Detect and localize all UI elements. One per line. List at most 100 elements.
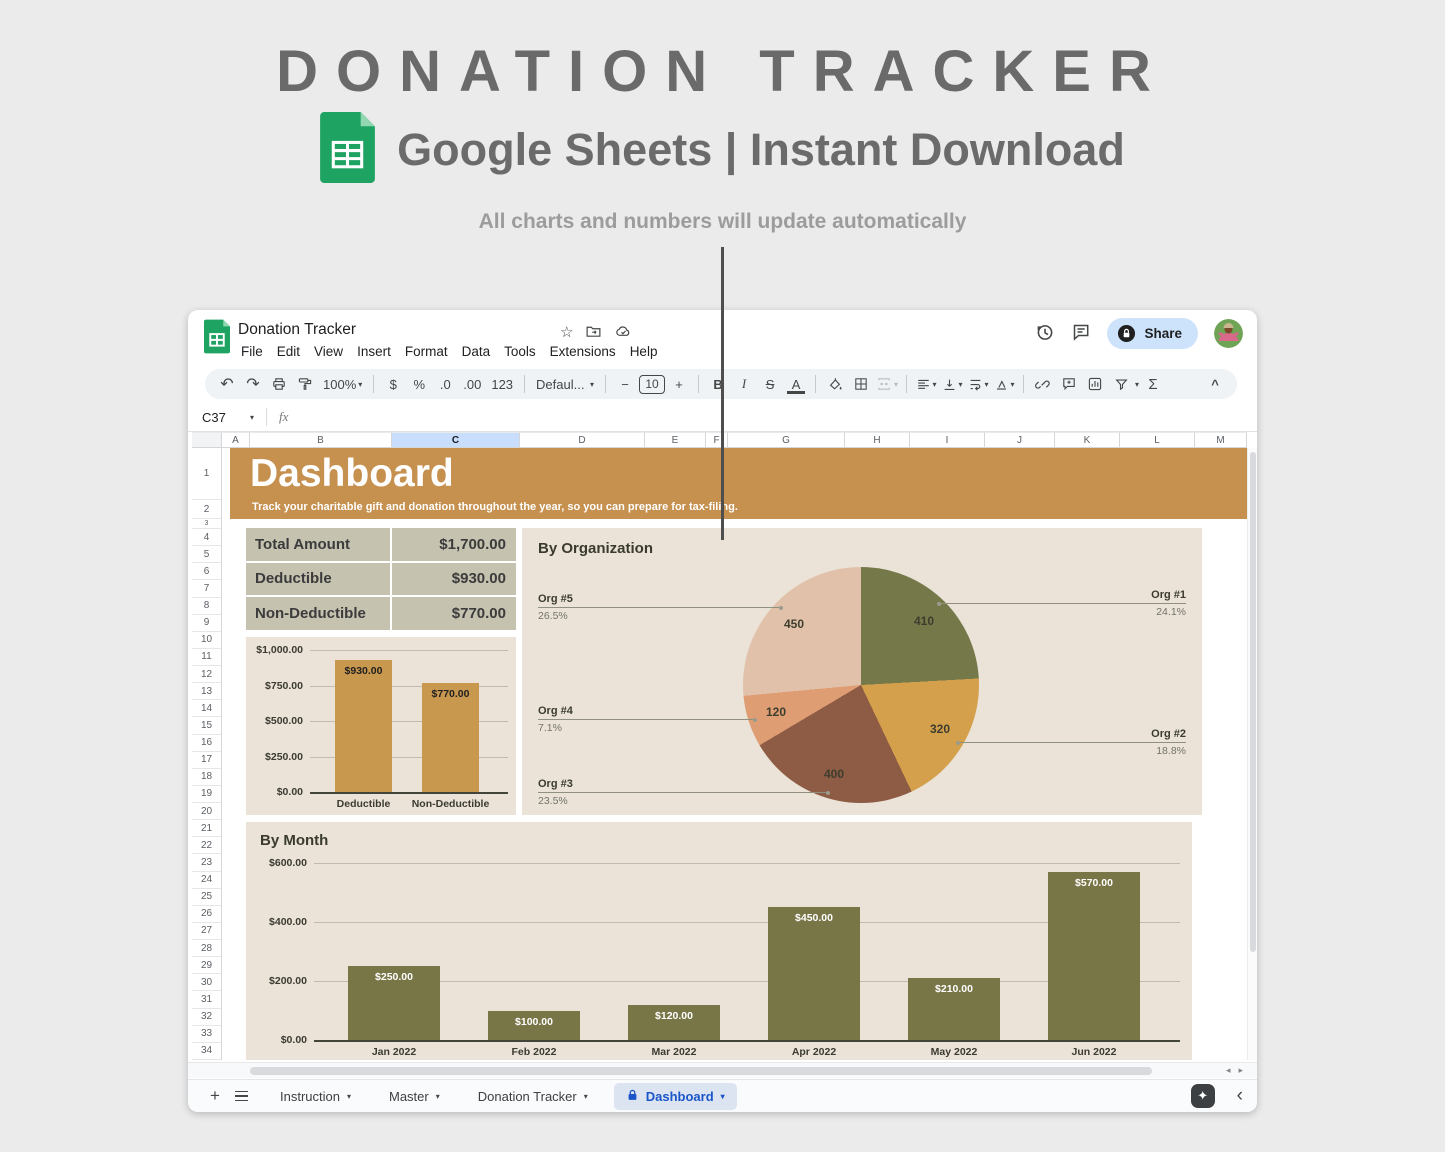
horizontal-scrollbar-thumb[interactable] [250, 1067, 1152, 1075]
bar-Jun 2022[interactable] [1048, 872, 1140, 1040]
borders-icon[interactable] [849, 372, 873, 396]
insert-comment-icon[interactable] [1057, 372, 1081, 396]
row-header-17[interactable]: 17 [192, 752, 222, 769]
merge-cells-icon[interactable]: ▾ [875, 372, 899, 396]
increase-decimal-button[interactable]: .00 [459, 372, 485, 396]
font-select[interactable]: Defaul...▾ [532, 372, 598, 396]
row-header-8[interactable]: 8 [192, 598, 222, 615]
menu-file[interactable]: File [234, 342, 270, 361]
bar-Deductible[interactable] [335, 660, 392, 792]
comments-icon[interactable] [1071, 322, 1091, 345]
fill-color-icon[interactable] [823, 372, 847, 396]
menu-edit[interactable]: Edit [270, 342, 307, 361]
row-header-23[interactable]: 23 [192, 854, 222, 871]
row-header-29[interactable]: 29 [192, 957, 222, 974]
decrease-decimal-button[interactable]: .0 [433, 372, 457, 396]
text-color-button[interactable]: A [784, 372, 808, 396]
share-button[interactable]: Share [1107, 318, 1198, 349]
row-header-34[interactable]: 34 [192, 1043, 222, 1060]
collapse-panel-chevron-icon[interactable]: ‹ [1237, 1085, 1243, 1107]
tab-dashboard[interactable]: Dashboard▾ [614, 1083, 737, 1110]
row-header-5[interactable]: 5 [192, 546, 222, 563]
column-header-J[interactable]: J [985, 432, 1055, 448]
scroll-right-icon[interactable]: ▸ [1238, 1065, 1243, 1076]
all-sheets-menu-icon[interactable] [228, 1083, 254, 1109]
user-avatar[interactable] [1214, 319, 1243, 348]
column-header-A[interactable]: A [222, 432, 250, 448]
tab-instruction[interactable]: Instruction▾ [268, 1084, 363, 1109]
column-header-M[interactable]: M [1195, 432, 1247, 448]
column-header-F[interactable]: F [706, 432, 728, 448]
row-header-7[interactable]: 7 [192, 580, 222, 597]
increase-font-size-button[interactable]: + [667, 372, 691, 396]
menu-help[interactable]: Help [623, 342, 665, 361]
row-header-12[interactable]: 12 [192, 666, 222, 683]
by-organization-pie-chart[interactable]: By Organization 410Org #124.1%320Org #21… [522, 528, 1202, 815]
row-header-15[interactable]: 15 [192, 717, 222, 734]
menu-format[interactable]: Format [398, 342, 455, 361]
cloud-saved-icon[interactable] [614, 323, 632, 344]
vertical-scrollbar[interactable] [1247, 448, 1257, 1060]
bar-Apr 2022[interactable] [768, 907, 860, 1040]
star-icon[interactable]: ☆ [560, 323, 573, 344]
text-rotation-icon[interactable]: ▾ [992, 372, 1016, 396]
row-header-9[interactable]: 9 [192, 615, 222, 632]
row-header-22[interactable]: 22 [192, 837, 222, 854]
menu-insert[interactable]: Insert [350, 342, 398, 361]
column-header-E[interactable]: E [645, 432, 706, 448]
strikethrough-button[interactable]: S [758, 372, 782, 396]
document-title[interactable]: Donation Tracker [238, 321, 356, 339]
collapse-toolbar-icon[interactable]: ^ [1203, 372, 1227, 396]
functions-icon[interactable]: Σ [1141, 372, 1165, 396]
row-header-21[interactable]: 21 [192, 820, 222, 837]
column-header-H[interactable]: H [845, 432, 910, 448]
row-header-30[interactable]: 30 [192, 974, 222, 991]
row-header-18[interactable]: 18 [192, 769, 222, 786]
print-icon[interactable] [267, 372, 291, 396]
vertical-align-icon[interactable]: ▾ [940, 372, 964, 396]
column-header-D[interactable]: D [520, 432, 645, 448]
column-header-L[interactable]: L [1120, 432, 1195, 448]
row-header-14[interactable]: 14 [192, 700, 222, 717]
column-header-I[interactable]: I [910, 432, 985, 448]
row-header-25[interactable]: 25 [192, 889, 222, 906]
column-header-G[interactable]: G [728, 432, 845, 448]
insert-chart-icon[interactable] [1083, 372, 1107, 396]
column-header-K[interactable]: K [1055, 432, 1120, 448]
row-header-32[interactable]: 32 [192, 1009, 222, 1026]
row-header-20[interactable]: 20 [192, 803, 222, 820]
by-month-bar-chart[interactable]: By Month $600.00$400.00$200.00$0.00$250.… [246, 822, 1192, 1060]
row-header-2[interactable]: 2 [192, 500, 222, 519]
row-header-27[interactable]: 27 [192, 923, 222, 940]
explore-sparkle-icon[interactable]: ✦ [1191, 1084, 1215, 1108]
zoom-select[interactable]: 100%▾ [319, 372, 366, 396]
redo-icon[interactable]: ↷ [241, 372, 265, 396]
undo-icon[interactable]: ↶ [215, 372, 239, 396]
text-wrap-icon[interactable]: ▾ [966, 372, 990, 396]
row-header-1[interactable]: 1 [192, 448, 222, 500]
column-header-B[interactable]: B [250, 432, 392, 448]
more-formats-button[interactable]: 123 [487, 372, 517, 396]
format-percent-button[interactable]: % [407, 372, 431, 396]
row-header-31[interactable]: 31 [192, 991, 222, 1008]
menu-tools[interactable]: Tools [497, 342, 543, 361]
row-header-4[interactable]: 4 [192, 529, 222, 546]
font-size-input[interactable]: 10 [639, 375, 665, 394]
version-history-icon[interactable] [1034, 322, 1055, 346]
select-all-corner[interactable] [192, 432, 222, 448]
row-header-3[interactable]: 3 [192, 519, 222, 529]
italic-button[interactable]: I [732, 372, 756, 396]
menu-view[interactable]: View [307, 342, 350, 361]
row-header-16[interactable]: 16 [192, 735, 222, 752]
vertical-scrollbar-thumb[interactable] [1250, 452, 1256, 952]
move-folder-icon[interactable] [585, 323, 602, 344]
row-header-19[interactable]: 19 [192, 786, 222, 803]
row-header-10[interactable]: 10 [192, 632, 222, 649]
sheet-canvas[interactable]: Dashboard Track your charitable gift and… [222, 448, 1247, 1060]
column-header-C[interactable]: C [392, 432, 520, 448]
menu-data[interactable]: Data [455, 342, 498, 361]
horizontal-scrollbar[interactable]: ◂ ▸ [188, 1062, 1257, 1078]
tab-master[interactable]: Master▾ [377, 1084, 452, 1109]
paint-format-icon[interactable] [293, 372, 317, 396]
row-header-26[interactable]: 26 [192, 906, 222, 923]
